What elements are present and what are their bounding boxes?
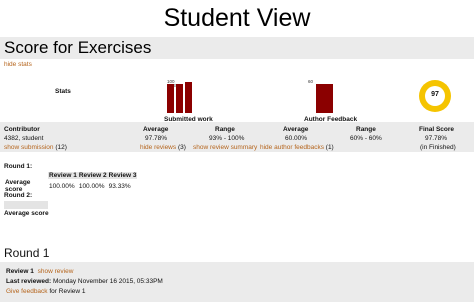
show-review-summary-link[interactable]: show review summary [193, 144, 257, 151]
round-1-average-label: Average score [5, 179, 31, 193]
average-2-value: 60.00% [285, 135, 308, 142]
hide-author-feedbacks-count: (1) [325, 144, 334, 151]
col-range-1: Range [215, 126, 235, 133]
range-2-value: 60% - 60% [350, 135, 382, 142]
col-average-2: Average [283, 126, 309, 133]
review-1-row: Review 1 show review [6, 268, 73, 275]
author-feedback-value: 60 [308, 79, 314, 84]
hide-reviews-count: (3) [177, 144, 186, 151]
col-final-score: Final Score [419, 126, 455, 133]
round-1-label: Round 1: [4, 163, 33, 170]
round-1-blank-header [4, 172, 48, 179]
hide-author-feedbacks-group: hide author feedbacks (1) [260, 144, 334, 151]
review-1-label: Review 1 [6, 268, 34, 275]
last-reviewed-label: Last reviewed: [6, 278, 52, 285]
round-detail-heading: Round 1 [4, 246, 50, 260]
range-1-value: 93% - 100% [209, 135, 245, 142]
col-range-2: Range [356, 126, 376, 133]
round-2-average-label: Average score [4, 210, 49, 217]
submitted-work-chart: 100 93.33 [165, 78, 210, 114]
round-2-header-cell [4, 201, 48, 209]
author-feedback-chart: 60 [305, 78, 345, 114]
in-finished-label: (in Finished) [420, 144, 456, 151]
show-submission-link[interactable]: show submission [4, 144, 54, 151]
author-feedback-bar [316, 84, 333, 113]
average-1-value: 97.78% [145, 135, 168, 142]
round-1-review-3-score: 93.33% [108, 182, 131, 190]
show-submission-count: (12) [55, 144, 67, 151]
round-1-col-review-2: Review 2 [77, 172, 108, 179]
last-reviewed-row: Last reviewed: Monday November 16 2015, … [6, 278, 163, 285]
hide-author-feedbacks-link[interactable]: hide author feedbacks [260, 144, 324, 151]
score-header-bar: Score for Exercises [0, 37, 474, 59]
round-1-col-review-3: Review 3 [107, 172, 138, 179]
give-feedback-link[interactable]: Give feedback [6, 288, 48, 295]
round-1-review-2-score: 100.00% [78, 182, 105, 190]
submitted-bar-1 [167, 84, 174, 113]
final-score-donut-value: 97 [431, 91, 439, 98]
round-1-col-review-1: Review 1 [48, 172, 78, 179]
page-title: Student View [163, 4, 311, 32]
stats-label: Stats [55, 88, 71, 95]
give-feedback-suffix: for Review 1 [49, 288, 86, 295]
col-contributor: Contributor [4, 126, 40, 133]
submitted-bar-2 [176, 84, 183, 113]
hide-reviews-group: hide reviews (3) [140, 144, 186, 151]
round-1-table: Review 1 Review 2 Review 3 Average score… [4, 172, 138, 193]
col-average-1: Average [143, 126, 169, 133]
round-1-review-1-score: 100.00% [49, 182, 75, 190]
show-submission-group: show submission (12) [4, 144, 67, 151]
hide-reviews-link[interactable]: hide reviews [140, 144, 176, 151]
final-score-value: 97.78% [425, 135, 448, 142]
contributor-value: 4382, student [4, 135, 44, 142]
final-score-donut: 97 [419, 80, 451, 112]
hide-stats-link[interactable]: hide stats [4, 61, 32, 68]
show-review-link[interactable]: show review [38, 268, 74, 275]
last-reviewed-value: Monday November 16 2015, 05:33PM [52, 278, 163, 285]
round-2-label: Round 2: [4, 192, 33, 199]
submitted-bar-3 [185, 82, 192, 113]
score-heading: Score for Exercises [4, 38, 152, 57]
give-feedback-row: Give feedback for Review 1 [6, 288, 86, 295]
